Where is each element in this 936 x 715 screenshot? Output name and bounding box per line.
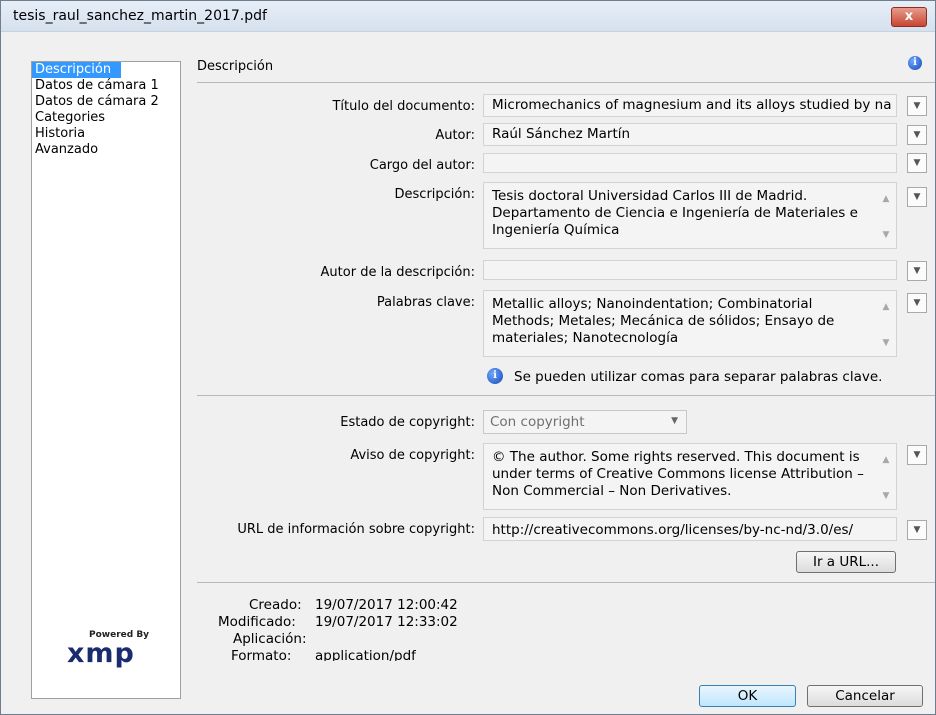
description-history-dropdown[interactable]: ▼ bbox=[907, 187, 927, 207]
created-label: Creado: bbox=[249, 597, 302, 613]
author-title-field[interactable] bbox=[483, 153, 897, 173]
close-button[interactable]: x bbox=[891, 7, 927, 27]
keywords-text: Metallic alloys; Nanoindentation; Combin… bbox=[492, 296, 835, 346]
description-writer-label: Autor de la descripción: bbox=[320, 265, 475, 280]
window-title: tesis_raul_sanchez_martin_2017.pdf bbox=[13, 8, 267, 24]
scroll-up-icon[interactable]: ▲ bbox=[881, 301, 891, 313]
modified-label: Modificado: bbox=[218, 614, 296, 630]
author-title-history-dropdown[interactable]: ▼ bbox=[907, 153, 927, 173]
description-field[interactable]: Tesis doctoral Universidad Carlos III de… bbox=[483, 182, 897, 249]
keywords-hint: Se pueden utilizar comas para separar pa… bbox=[514, 369, 883, 385]
chevron-down-icon: ▼ bbox=[671, 416, 678, 426]
description-label: Descripción: bbox=[394, 187, 475, 202]
title-bar[interactable]: tesis_raul_sanchez_martin_2017.pdf x bbox=[1, 1, 935, 32]
author-history-dropdown[interactable]: ▼ bbox=[907, 125, 927, 145]
author-title-label: Cargo del autor: bbox=[369, 158, 475, 173]
copyright-url-field[interactable]: http://creativecommons.org/licenses/by-n… bbox=[483, 517, 897, 541]
xmp-logo: xmp bbox=[67, 638, 135, 669]
format-label: Formato: bbox=[231, 648, 292, 661]
copyright-url-label: URL de información sobre copyright: bbox=[237, 522, 475, 537]
scroll-up-icon[interactable]: ▲ bbox=[881, 454, 891, 466]
author-field[interactable]: Raúl Sánchez Martín bbox=[483, 123, 897, 146]
modified-value: 19/07/2017 12:33:02 bbox=[315, 614, 458, 630]
scroll-up-icon[interactable]: ▲ bbox=[881, 193, 891, 205]
xmp-file-info-dialog: tesis_raul_sanchez_martin_2017.pdf x Des… bbox=[0, 0, 936, 715]
section-title: Descripción bbox=[197, 59, 274, 74]
format-value: application/pdf bbox=[315, 648, 416, 661]
copyright-notice-field[interactable]: © The author. Some rights reserved. This… bbox=[483, 443, 897, 510]
sidebar-item-avanzado[interactable]: Avanzado bbox=[32, 142, 180, 158]
sidebar-item-categories[interactable]: Categories bbox=[32, 110, 180, 126]
copyright-notice-text: © The author. Some rights reserved. This… bbox=[492, 449, 864, 499]
copyright-notice-history-dropdown[interactable]: ▼ bbox=[907, 445, 927, 465]
divider bbox=[197, 82, 935, 83]
divider bbox=[197, 395, 935, 396]
go-to-url-button[interactable]: Ir a URL... bbox=[796, 551, 896, 573]
scroll-down-icon[interactable]: ▼ bbox=[881, 337, 891, 349]
copyright-url-history-dropdown[interactable]: ▼ bbox=[907, 520, 927, 540]
sidebar-item-datos-camara-2[interactable]: Datos de cámara 2 bbox=[32, 94, 180, 110]
author-label: Autor: bbox=[435, 128, 475, 143]
ok-button[interactable]: OK bbox=[699, 685, 796, 707]
scroll-down-icon[interactable]: ▼ bbox=[881, 229, 891, 241]
scroll-down-icon[interactable]: ▼ bbox=[881, 490, 891, 502]
created-value: 19/07/2017 12:00:42 bbox=[315, 597, 458, 613]
description-writer-history-dropdown[interactable]: ▼ bbox=[907, 261, 927, 281]
info-icon[interactable]: i bbox=[908, 56, 922, 70]
doc-title-field[interactable]: Micromechanics of magnesium and its allo… bbox=[483, 94, 897, 117]
sidebar-item-descripcion[interactable]: Descripción bbox=[32, 62, 121, 78]
application-label: Aplicación: bbox=[233, 631, 307, 647]
sidebar-item-datos-camara-1[interactable]: Datos de cámara 1 bbox=[32, 78, 180, 94]
doc-title-label: Título del documento: bbox=[332, 99, 475, 114]
sidebar-item-historia[interactable]: Historia bbox=[32, 126, 180, 142]
doc-title-history-dropdown[interactable]: ▼ bbox=[907, 96, 927, 116]
copyright-status-label: Estado de copyright: bbox=[340, 415, 475, 430]
keywords-history-dropdown[interactable]: ▼ bbox=[907, 293, 927, 313]
copyright-status-value: Con copyright bbox=[490, 414, 585, 430]
description-text: Tesis doctoral Universidad Carlos III de… bbox=[492, 188, 858, 238]
keywords-field[interactable]: Metallic alloys; Nanoindentation; Combin… bbox=[483, 290, 897, 357]
divider bbox=[197, 582, 935, 583]
info-icon: i bbox=[487, 368, 503, 384]
keywords-label: Palabras clave: bbox=[376, 295, 475, 310]
category-list: Descripción Datos de cámara 1 Datos de c… bbox=[31, 61, 181, 699]
cancel-button[interactable]: Cancelar bbox=[807, 685, 923, 707]
description-writer-field[interactable] bbox=[483, 260, 897, 280]
copyright-status-select[interactable]: Con copyright ▼ bbox=[483, 410, 687, 434]
copyright-notice-label: Aviso de copyright: bbox=[350, 448, 475, 463]
